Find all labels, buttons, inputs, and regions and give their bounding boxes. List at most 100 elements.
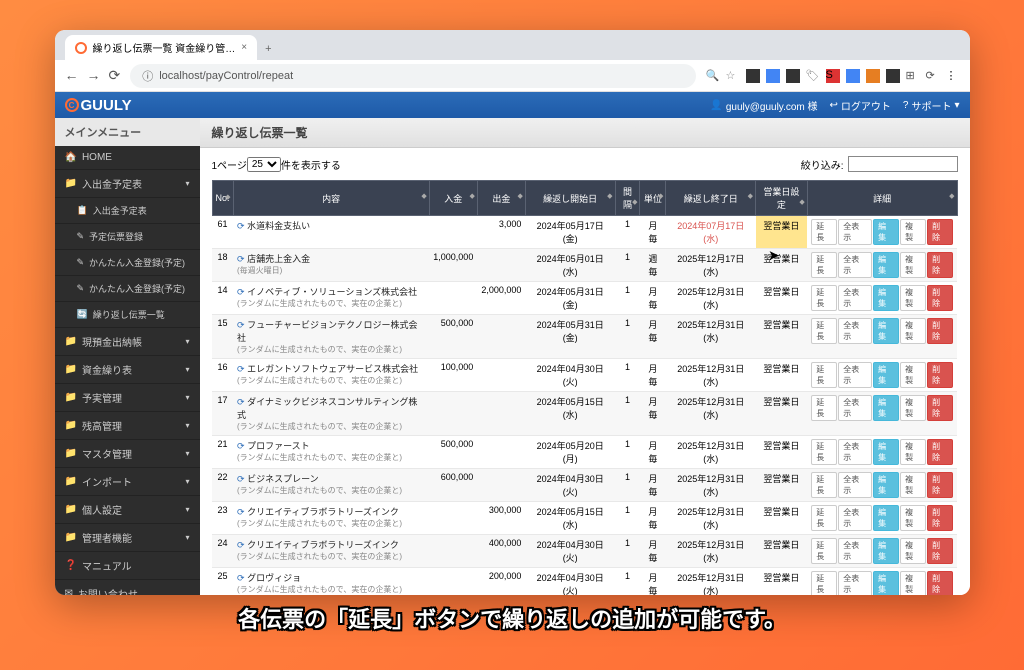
- show-all-button[interactable]: 全表示: [838, 571, 872, 595]
- copy-button[interactable]: 複製: [900, 362, 926, 388]
- show-all-button[interactable]: 全表示: [838, 395, 872, 421]
- column-header[interactable]: 営業日設定◆: [756, 181, 808, 216]
- sidebar-item[interactable]: 🔄繰り返し伝票一覧: [55, 302, 200, 328]
- logo[interactable]: C GUULY: [65, 97, 132, 114]
- copy-button[interactable]: 複製: [900, 571, 926, 595]
- column-header[interactable]: 繰返し開始日◆: [525, 181, 615, 216]
- edit-button[interactable]: 編集: [873, 472, 899, 498]
- page-size-select[interactable]: 25: [247, 157, 281, 172]
- edit-button[interactable]: 編集: [873, 538, 899, 564]
- link-icon[interactable]: ⟳: [237, 254, 245, 264]
- extend-button[interactable]: 延長: [811, 505, 837, 531]
- edit-button[interactable]: 編集: [873, 219, 899, 245]
- delete-button[interactable]: 削除: [927, 439, 953, 465]
- link-icon[interactable]: ⟳: [237, 287, 245, 297]
- copy-button[interactable]: 複製: [900, 439, 926, 465]
- copy-button[interactable]: 複製: [900, 472, 926, 498]
- sidebar-item[interactable]: ✎かんたん入金登録(予定): [55, 276, 200, 302]
- link-icon[interactable]: ⟳: [237, 221, 245, 231]
- copy-button[interactable]: 複製: [900, 318, 926, 344]
- delete-button[interactable]: 削除: [927, 318, 953, 344]
- extend-button[interactable]: 延長: [811, 285, 837, 311]
- edit-button[interactable]: 編集: [873, 571, 899, 595]
- extend-button[interactable]: 延長: [811, 472, 837, 498]
- show-all-button[interactable]: 全表示: [838, 285, 872, 311]
- edit-button[interactable]: 編集: [873, 439, 899, 465]
- edit-button[interactable]: 編集: [873, 252, 899, 278]
- extend-button[interactable]: 延長: [811, 362, 837, 388]
- sidebar-item[interactable]: ✎かんたん入金登録(予定): [55, 250, 200, 276]
- edit-button[interactable]: 編集: [873, 318, 899, 344]
- filter-input[interactable]: [848, 156, 958, 172]
- sidebar-item[interactable]: ✉お問い合わせ: [55, 580, 200, 595]
- link-icon[interactable]: ⟳: [237, 320, 245, 330]
- delete-button[interactable]: 削除: [927, 252, 953, 278]
- sidebar-item[interactable]: 📁インポート▾: [55, 468, 200, 496]
- url-input[interactable]: ⓘ localhost/payControl/repeat: [130, 64, 695, 88]
- link-icon[interactable]: ⟳: [237, 507, 245, 517]
- forward-button[interactable]: →: [87, 67, 101, 84]
- copy-button[interactable]: 複製: [900, 538, 926, 564]
- column-header[interactable]: 出金◆: [477, 181, 525, 216]
- edit-button[interactable]: 編集: [873, 395, 899, 421]
- column-header[interactable]: 繰返し終了日◆: [666, 181, 756, 216]
- show-all-button[interactable]: 全表示: [838, 219, 872, 245]
- column-header[interactable]: 内容◆: [233, 181, 429, 216]
- delete-button[interactable]: 削除: [927, 362, 953, 388]
- copy-button[interactable]: 複製: [900, 252, 926, 278]
- sidebar-item[interactable]: 📁現預金出納帳▾: [55, 328, 200, 356]
- sidebar-item[interactable]: 🏠HOME: [55, 146, 200, 170]
- user-menu[interactable]: 👤 guuly@guuly.com 様: [710, 98, 817, 113]
- sidebar-item[interactable]: 📁管理者機能▾: [55, 524, 200, 552]
- sidebar-item[interactable]: 📁個人設定▾: [55, 496, 200, 524]
- edit-button[interactable]: 編集: [873, 362, 899, 388]
- delete-button[interactable]: 削除: [927, 285, 953, 311]
- delete-button[interactable]: 削除: [927, 472, 953, 498]
- delete-button[interactable]: 削除: [927, 219, 953, 245]
- new-tab-button[interactable]: +: [257, 38, 279, 60]
- sidebar-item[interactable]: ❓マニュアル: [55, 552, 200, 580]
- sidebar-item[interactable]: ✎予定伝票登録: [55, 224, 200, 250]
- support-link[interactable]: ? サポート ▾: [903, 98, 960, 113]
- delete-button[interactable]: 削除: [927, 395, 953, 421]
- sidebar-item[interactable]: 📁残高管理▾: [55, 412, 200, 440]
- extend-button[interactable]: 延長: [811, 252, 837, 278]
- back-button[interactable]: ←: [65, 67, 79, 84]
- show-all-button[interactable]: 全表示: [838, 439, 872, 465]
- show-all-button[interactable]: 全表示: [838, 472, 872, 498]
- copy-button[interactable]: 複製: [900, 285, 926, 311]
- browser-tab[interactable]: 繰り返し伝票一覧 資金繰り管… ×: [65, 35, 258, 60]
- extend-button[interactable]: 延長: [811, 318, 837, 344]
- logout-link[interactable]: ↩ ログアウト: [830, 98, 891, 113]
- link-icon[interactable]: ⟳: [237, 474, 245, 484]
- sidebar-item[interactable]: 📁入出金予定表▾: [55, 170, 200, 198]
- show-all-button[interactable]: 全表示: [838, 505, 872, 531]
- close-icon[interactable]: ×: [241, 42, 247, 53]
- column-header[interactable]: 単位◆: [640, 181, 666, 216]
- link-icon[interactable]: ⟳: [237, 441, 245, 451]
- delete-button[interactable]: 削除: [927, 505, 953, 531]
- column-header[interactable]: 間隔◆: [615, 181, 640, 216]
- sidebar-item[interactable]: 📁資金繰り表▾: [55, 356, 200, 384]
- column-header[interactable]: No.◆: [212, 181, 233, 216]
- extend-button[interactable]: 延長: [811, 439, 837, 465]
- copy-button[interactable]: 複製: [900, 219, 926, 245]
- extend-button[interactable]: 延長: [811, 395, 837, 421]
- extend-button[interactable]: 延長: [811, 219, 837, 245]
- sidebar-item[interactable]: 📁マスタ管理▾: [55, 440, 200, 468]
- show-all-button[interactable]: 全表示: [838, 318, 872, 344]
- edit-button[interactable]: 編集: [873, 505, 899, 531]
- link-icon[interactable]: ⟳: [237, 573, 245, 583]
- link-icon[interactable]: ⟳: [237, 540, 245, 550]
- extend-button[interactable]: 延長: [811, 571, 837, 595]
- link-icon[interactable]: ⟳: [237, 364, 245, 374]
- show-all-button[interactable]: 全表示: [838, 538, 872, 564]
- delete-button[interactable]: 削除: [927, 538, 953, 564]
- sidebar-item[interactable]: 📁予実管理▾: [55, 384, 200, 412]
- link-icon[interactable]: ⟳: [237, 397, 245, 407]
- copy-button[interactable]: 複製: [900, 395, 926, 421]
- extend-button[interactable]: 延長: [811, 538, 837, 564]
- edit-button[interactable]: 編集: [873, 285, 899, 311]
- reload-button[interactable]: ⟳: [109, 67, 121, 84]
- show-all-button[interactable]: 全表示: [838, 362, 872, 388]
